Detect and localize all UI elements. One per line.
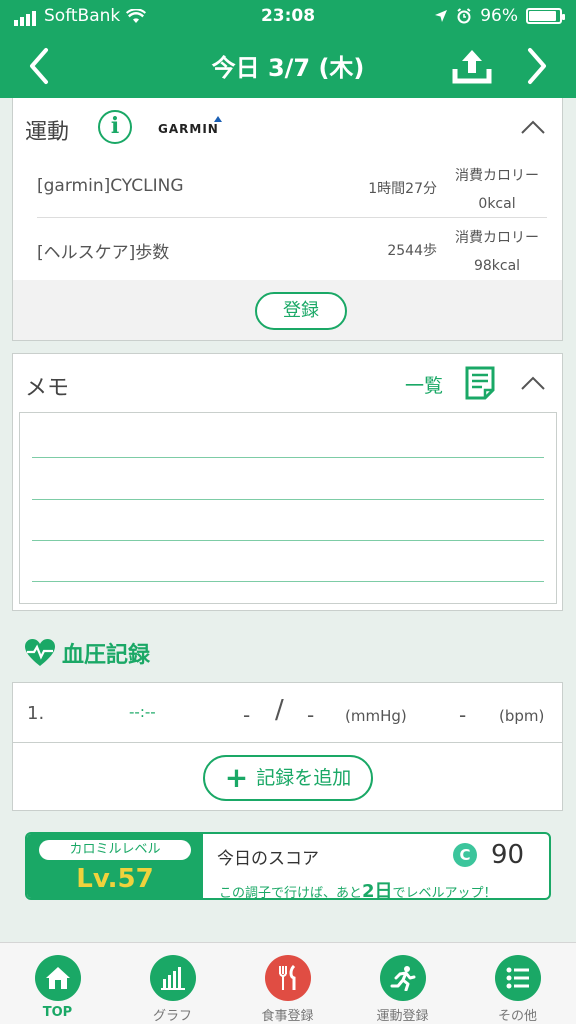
memo-title: メモ: [25, 376, 70, 401]
status-right-group: 96%: [434, 6, 565, 26]
exercise-amount: 2544歩: [387, 243, 437, 259]
score-banner[interactable]: カロミルレベル Lv.57 今日のスコア C 90 この調子で行けば、あと2日で…: [25, 832, 551, 900]
tab-exercise-register[interactable]: 運動登録: [345, 943, 460, 1024]
calorie-value: 0kcal: [478, 196, 516, 212]
exercise-row[interactable]: [ヘルスケア]歩数 2544歩 消費カロリー 98kcal: [37, 218, 547, 280]
exercise-amount: 1時間27分: [368, 181, 437, 197]
list-icon: [495, 955, 541, 1001]
level-label: カロミルレベル: [39, 840, 191, 860]
memo-list-link[interactable]: 一覧: [405, 371, 443, 398]
tab-other[interactable]: その他: [460, 943, 575, 1024]
memo-rule: [32, 457, 544, 458]
register-exercise-button[interactable]: 登録: [255, 292, 347, 330]
blood-pressure-row[interactable]: 1. --:-- - / - (mmHg) - (bpm): [13, 683, 562, 743]
calorie-info: 消費カロリー 0kcal: [447, 162, 547, 218]
battery-percent: 96%: [480, 6, 518, 26]
today-score-value: 90: [491, 840, 525, 870]
memo-document-icon[interactable]: [465, 366, 495, 400]
systolic-value[interactable]: -: [243, 703, 250, 727]
blood-pressure-card: 1. --:-- - / - (mmHg) - (bpm) + 記録を追加: [12, 682, 563, 811]
bottom-tab-bar: TOP グラフ 食事登録 運動登録 その他: [0, 942, 576, 1024]
next-day-chevron-icon[interactable]: [516, 42, 556, 90]
exercise-name: [garmin]CYCLING: [37, 176, 184, 196]
pulse-unit: (bpm): [499, 707, 545, 725]
level-box: カロミルレベル Lv.57: [27, 834, 203, 898]
add-record-button[interactable]: + 記録を追加: [203, 755, 373, 801]
tab-label: TOP: [42, 1005, 73, 1020]
level-up-message: この調子で行けば、あと2日でレベルアップ！: [219, 877, 497, 900]
tab-top[interactable]: TOP: [0, 943, 115, 1024]
score-c-icon: C: [453, 843, 477, 867]
date-nav: 今日 3/7 (木): [0, 34, 576, 98]
exercise-title: 運動: [25, 120, 70, 145]
alarm-icon: [457, 8, 471, 24]
level-value: Lv.57: [76, 864, 154, 894]
blood-pressure-title: 血圧記録: [62, 643, 151, 668]
exercise-card: 運動 i GARMIN [garmin]CYCLING 1時間27分 消費カロリ…: [12, 98, 563, 341]
info-icon[interactable]: i: [98, 110, 132, 144]
tab-label: その他: [497, 1009, 537, 1024]
record-index: 1.: [27, 703, 45, 724]
record-time[interactable]: --:--: [129, 703, 156, 721]
tab-label: 運動登録: [376, 1009, 429, 1024]
tab-meal-register[interactable]: 食事登録: [230, 943, 345, 1024]
calorie-value: 98kcal: [473, 258, 521, 274]
battery-icon: [526, 8, 565, 24]
exercise-name: [ヘルスケア]歩数: [37, 243, 170, 263]
status-bar: SoftBank 23:08 96%: [0, 0, 576, 34]
memo-card: メモ 一覧: [12, 353, 563, 611]
collapse-chevron-icon[interactable]: [520, 118, 546, 136]
today-score-label: 今日のスコア: [217, 849, 319, 869]
memo-rule: [32, 499, 544, 500]
running-icon: [380, 955, 426, 1001]
bp-separator: /: [275, 695, 284, 725]
exercise-header: 運動 i GARMIN: [13, 98, 562, 158]
home-icon: [35, 955, 81, 1001]
memo-rule: [32, 581, 544, 582]
fork-knife-icon: [265, 955, 311, 1001]
collapse-chevron-icon[interactable]: [520, 374, 546, 392]
blood-pressure-heading: 血圧記録: [24, 636, 150, 670]
location-arrow-icon: [435, 10, 448, 22]
memo-textarea[interactable]: [19, 412, 557, 604]
exercise-row[interactable]: [garmin]CYCLING 1時間27分 消費カロリー 0kcal: [37, 156, 547, 218]
tab-label: グラフ: [152, 1009, 192, 1024]
calorie-label: 消費カロリー: [455, 168, 539, 184]
garmin-logo: GARMIN: [158, 116, 222, 136]
plus-icon: +: [224, 761, 249, 794]
diastolic-value[interactable]: -: [307, 703, 314, 727]
message-suffix: でレベルアップ！: [392, 886, 497, 900]
message-days: 2日: [362, 881, 393, 900]
calorie-info: 消費カロリー 98kcal: [447, 224, 547, 280]
calorie-label: 消費カロリー: [455, 230, 539, 246]
exercise-footer: 登録: [13, 280, 562, 340]
header-bar: SoftBank 23:08 96% 今日 3/7 (木): [0, 0, 576, 98]
bar-chart-icon: [150, 955, 196, 1001]
pulse-value[interactable]: -: [459, 703, 466, 727]
tab-graph[interactable]: グラフ: [115, 943, 230, 1024]
add-record-label: 記録を追加: [256, 767, 352, 789]
memo-rule: [32, 540, 544, 541]
tab-label: 食事登録: [261, 1009, 314, 1024]
share-upload-icon[interactable]: [450, 44, 494, 88]
heart-pulse-icon: [25, 639, 55, 666]
bp-unit: (mmHg): [345, 707, 407, 725]
message-prefix: この調子で行けば、あと: [219, 886, 363, 900]
